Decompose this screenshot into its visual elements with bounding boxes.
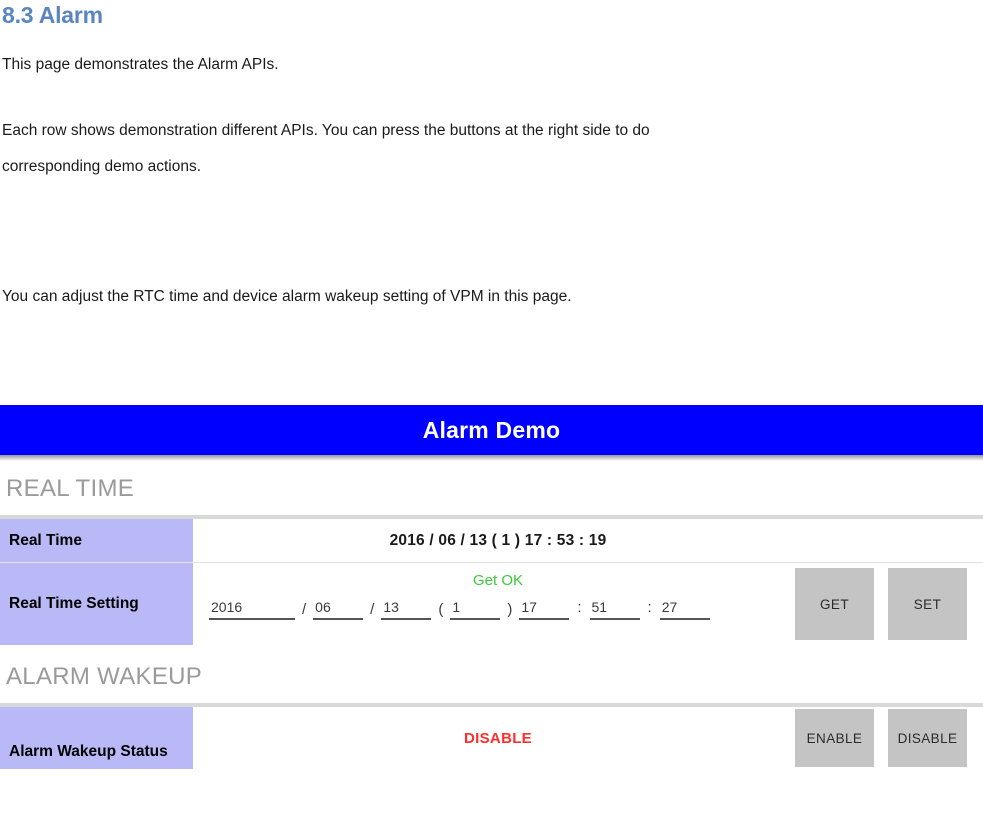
description-paragraph-line2: corresponding demo actions. bbox=[2, 158, 202, 175]
row-label-alarm-wakeup-status: Alarm Wakeup Status bbox=[0, 707, 193, 769]
day-field-value: 13 bbox=[383, 599, 399, 615]
real-time-setting-controls: Get OK 2016 / 06 / 13 (1) 17: 51: 27… bbox=[193, 563, 983, 645]
alarm-wakeup-button-group: ENABLE DISABLE bbox=[795, 709, 967, 767]
month-field-value: 06 bbox=[315, 599, 331, 615]
row-body-alarm-wakeup-status: DISABLE ENABLE DISABLE bbox=[193, 707, 983, 769]
day-field[interactable]: 13 bbox=[381, 599, 432, 620]
rtc-note-paragraph: You can adjust the RTC time and device a… bbox=[2, 288, 572, 305]
time-separator-1: : bbox=[577, 599, 582, 616]
second-field-underline bbox=[659, 618, 710, 620]
table-row-alarm-wakeup-status: Alarm Wakeup Status DISABLE ENABLE DISAB… bbox=[0, 707, 983, 769]
page-root: 8.3 Alarm This page demonstrates the Ala… bbox=[0, 0, 983, 816]
get-button[interactable]: GET bbox=[795, 568, 874, 640]
app-screenshot: Alarm Demo REAL TIME Real Time 2016 / 06… bbox=[0, 405, 983, 816]
real-time-value: 2016 / 06 / 13 ( 1 ) 17 : 53 : 19 bbox=[389, 531, 607, 549]
minute-field[interactable]: 51 bbox=[589, 599, 640, 620]
month-field-underline bbox=[313, 618, 364, 620]
date-separator-2: / bbox=[370, 601, 375, 618]
year-field-underline bbox=[209, 618, 295, 620]
paren-open: ( bbox=[438, 601, 444, 618]
enable-button[interactable]: ENABLE bbox=[795, 709, 874, 767]
hour-field-underline bbox=[519, 618, 570, 620]
description-paragraph-line1: Each row shows demonstration different A… bbox=[2, 122, 650, 139]
datetime-field-row: 2016 / 06 / 13 (1) 17: 51: 27 bbox=[207, 599, 712, 620]
hour-field[interactable]: 17 bbox=[519, 599, 570, 620]
row-label-real-time: Real Time bbox=[0, 519, 193, 562]
weekday-field-underline bbox=[450, 618, 501, 620]
section-header-alarm-wakeup: ALARM WAKEUP bbox=[6, 663, 203, 690]
paren-close: ) bbox=[507, 601, 513, 618]
intro-paragraph: This page demonstrates the Alarm APIs. bbox=[2, 56, 279, 73]
day-field-underline bbox=[381, 618, 432, 620]
weekday-field[interactable]: 1 bbox=[450, 599, 501, 620]
time-separator-2: : bbox=[647, 599, 652, 616]
section-header-real-time: REAL TIME bbox=[6, 475, 135, 502]
month-field[interactable]: 06 bbox=[313, 599, 364, 620]
row-body-real-time-setting: Get OK 2016 / 06 / 13 (1) 17: 51: 27… bbox=[193, 563, 983, 645]
disable-button[interactable]: DISABLE bbox=[888, 709, 967, 767]
second-field-value: 27 bbox=[661, 599, 678, 615]
status-badge-get-ok: Get OK bbox=[472, 572, 524, 589]
row-label-real-time-setting: Real Time Setting bbox=[0, 563, 193, 645]
titlebar-shadow bbox=[0, 455, 983, 461]
minute-field-value: 51 bbox=[591, 599, 608, 615]
table-row-real-time: Real Time 2016 / 06 / 13 ( 1 ) 17 : 53 :… bbox=[0, 519, 983, 563]
table-row-real-time-setting: Real Time Setting Get OK 2016 / 06 / 13 … bbox=[0, 563, 983, 645]
minute-field-underline bbox=[589, 618, 640, 620]
app-title: Alarm Demo bbox=[422, 416, 561, 443]
row-body-real-time: 2016 / 06 / 13 ( 1 ) 17 : 53 : 19 bbox=[193, 519, 983, 562]
date-separator-1: / bbox=[302, 601, 307, 618]
second-field[interactable]: 27 bbox=[659, 599, 710, 620]
app-titlebar: Alarm Demo bbox=[0, 405, 983, 455]
year-field-value: 2016 bbox=[211, 599, 243, 615]
real-time-table: Real Time 2016 / 06 / 13 ( 1 ) 17 : 53 :… bbox=[0, 515, 983, 645]
real-time-button-group: GET SET bbox=[795, 568, 967, 640]
page-title: 8.3 Alarm bbox=[2, 2, 103, 28]
weekday-field-value: 1 bbox=[452, 599, 461, 615]
hour-field-value: 17 bbox=[521, 599, 537, 615]
alarm-wakeup-table: Alarm Wakeup Status DISABLE ENABLE DISAB… bbox=[0, 703, 983, 769]
year-field[interactable]: 2016 bbox=[209, 599, 295, 620]
set-button[interactable]: SET bbox=[888, 568, 967, 640]
